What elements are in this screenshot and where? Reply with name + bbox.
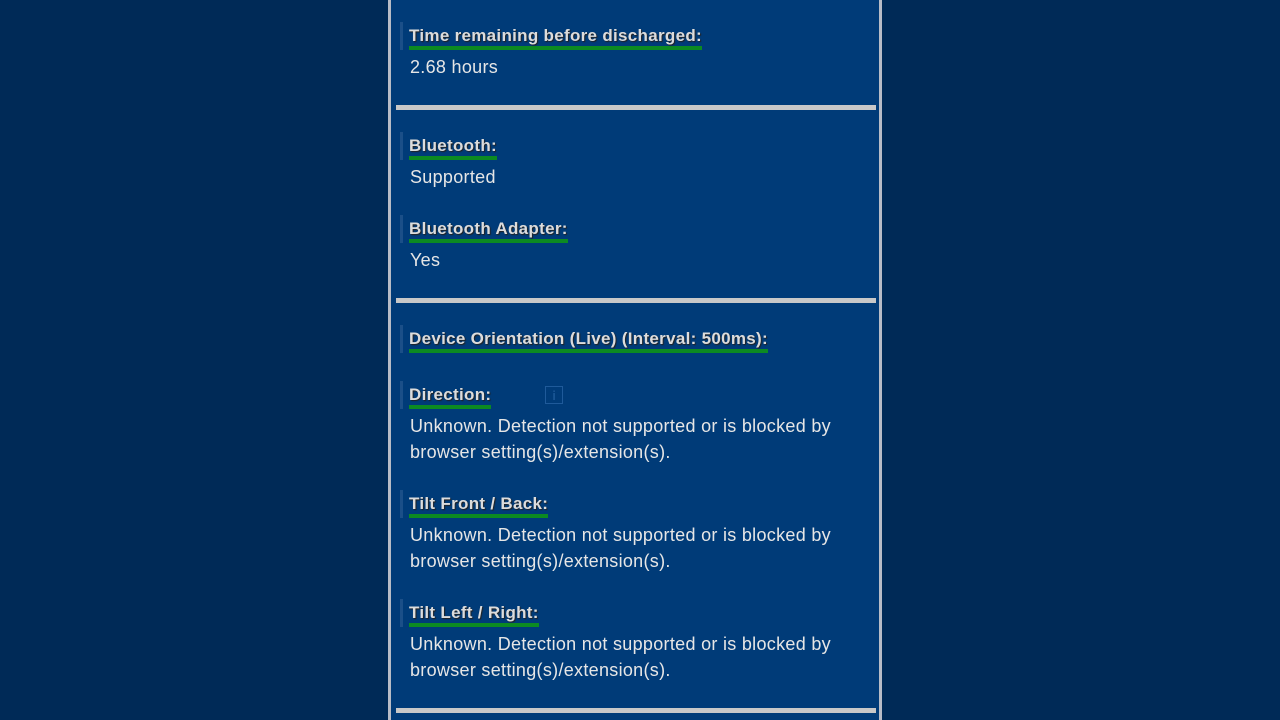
tilt-left-right-value: Unknown. Detection not supported or is b… — [410, 634, 831, 680]
battery-time-value: 2.68 hours — [410, 57, 499, 77]
tilt-front-back-value: Unknown. Detection not supported or is b… — [410, 525, 831, 571]
tilt-front-back-section: Tilt Front / Back: Unknown. Detection no… — [400, 490, 873, 574]
section-divider — [396, 708, 876, 713]
bluetooth-adapter-value: Yes — [410, 250, 441, 270]
battery-time-section: Time remaining before discharged: 2.68 h… — [400, 22, 873, 80]
section-divider — [396, 298, 876, 303]
bluetooth-value: Supported — [410, 167, 496, 187]
tilt-front-back-label: Tilt Front / Back: — [409, 490, 549, 518]
bluetooth-adapter-label: Bluetooth Adapter: — [409, 215, 568, 243]
direction-value: Unknown. Detection not supported or is b… — [410, 416, 831, 462]
bluetooth-label: Bluetooth: — [409, 132, 497, 160]
info-panel: Time remaining before discharged: 2.68 h… — [388, 0, 882, 720]
tilt-left-right-label: Tilt Left / Right: — [409, 599, 539, 627]
tilt-left-right-section: Tilt Left / Right: Unknown. Detection no… — [400, 599, 873, 683]
bluetooth-support-section: Bluetooth: Supported — [400, 132, 873, 190]
bluetooth-adapter-section: Bluetooth Adapter: Yes — [400, 215, 873, 273]
info-icon[interactable]: i — [545, 386, 563, 404]
orientation-heading-section: Device Orientation (Live) (Interval: 500… — [400, 325, 873, 353]
direction-label: Direction: — [409, 381, 492, 409]
orientation-heading: Device Orientation (Live) (Interval: 500… — [409, 325, 768, 353]
section-divider — [396, 105, 876, 110]
battery-time-label: Time remaining before discharged: — [409, 22, 702, 50]
direction-section: Direction: Unknown. Detection not suppor… — [400, 381, 873, 465]
